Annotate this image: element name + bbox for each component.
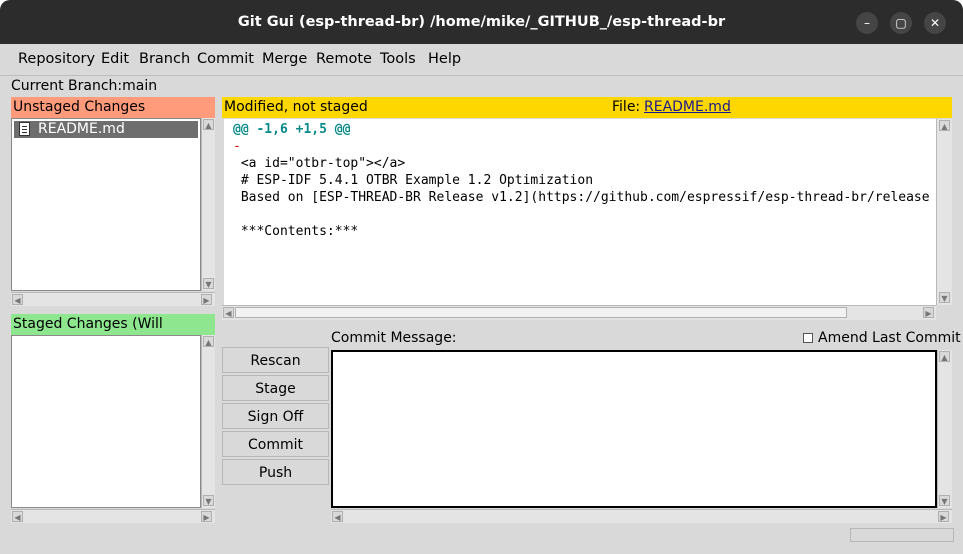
stage-changed-button[interactable]: Stage Changed	[222, 375, 329, 423]
unstaged-horizontal-scrollbar[interactable]: ◀ ▶	[11, 292, 215, 306]
scroll-up-arrow-icon[interactable]: ▲	[203, 119, 214, 130]
commit-button[interactable]: Commit	[222, 431, 329, 457]
window-title: Git Gui (esp-thread-br) /home/mike/_GITH…	[237, 14, 726, 30]
menu-edit[interactable]: Edit	[101, 44, 129, 75]
document-icon	[19, 122, 30, 136]
close-button[interactable]: ✕	[924, 12, 946, 34]
commit-message-input[interactable]	[331, 350, 937, 508]
diff-hunk-header: @@ -1,6 +1,5 @@	[233, 122, 351, 137]
push-button[interactable]: Push	[222, 459, 329, 485]
diff-file-link[interactable]: README.md	[644, 97, 731, 118]
menu-repository[interactable]: Repository	[18, 44, 95, 75]
title-bar[interactable]: Git Gui (esp-thread-br) /home/mike/_GITH…	[0, 0, 963, 44]
diff-context-line: # ESP-IDF 5.4.1 OTBR Example 1.2 Optimiz…	[233, 173, 594, 188]
scroll-left-arrow-icon[interactable]: ◀	[12, 511, 23, 522]
scroll-down-arrow-icon[interactable]: ▼	[939, 495, 950, 506]
menu-bar: Repository Edit Branch Commit Merge Remo…	[0, 44, 963, 76]
menu-help[interactable]: Help	[428, 44, 461, 75]
diff-status: Modified, not staged	[224, 99, 368, 115]
current-branch-value: main	[122, 78, 158, 94]
scroll-down-arrow-icon[interactable]: ▼	[203, 495, 214, 506]
scroll-right-arrow-icon[interactable]: ▶	[923, 307, 934, 318]
unstaged-vertical-scrollbar[interactable]: ▲ ▼	[201, 118, 215, 291]
commit-horizontal-scrollbar[interactable]: ◀ ▶	[331, 509, 952, 523]
diff-removed-line: -	[233, 139, 241, 154]
amend-checkbox[interactable]	[803, 333, 813, 343]
menu-merge[interactable]: Merge	[262, 44, 307, 75]
menu-remote[interactable]: Remote	[316, 44, 372, 75]
unstaged-changes-header: Unstaged Changes	[11, 97, 215, 118]
diff-vertical-scrollbar[interactable]: ▲ ▼	[936, 119, 952, 305]
staged-horizontal-scrollbar[interactable]: ◀ ▶	[11, 509, 215, 523]
current-branch-label: Current Branch:	[11, 78, 123, 94]
scroll-down-arrow-icon[interactable]: ▼	[203, 278, 214, 289]
sign-off-button[interactable]: Sign Off	[222, 403, 329, 429]
scroll-down-arrow-icon[interactable]: ▼	[939, 292, 950, 303]
minimize-button[interactable]: –	[856, 12, 878, 34]
maximize-button[interactable]: ▢	[890, 12, 912, 34]
scroll-right-arrow-icon[interactable]: ▶	[201, 511, 212, 522]
scroll-right-arrow-icon[interactable]: ▶	[201, 294, 212, 305]
scroll-up-arrow-icon[interactable]: ▲	[939, 351, 950, 362]
current-branch: Current Branch:main	[11, 78, 157, 95]
scroll-right-arrow-icon[interactable]: ▶	[938, 511, 949, 522]
diff-context-line: Based on [ESP-THREAD-BR Release v1.2](ht…	[233, 190, 930, 205]
menu-tools[interactable]: Tools	[380, 44, 416, 75]
staged-vertical-scrollbar[interactable]: ▲ ▼	[201, 335, 215, 508]
diff-horizontal-scrollbar[interactable]: ◀ ▶	[222, 305, 936, 320]
file-name: README.md	[38, 121, 125, 137]
amend-label: Amend Last Commit	[818, 330, 961, 346]
scroll-up-arrow-icon[interactable]: ▲	[939, 120, 950, 131]
staged-changes-header: Staged Changes (Will Commit)	[11, 314, 215, 353]
menu-commit[interactable]: Commit	[197, 44, 254, 75]
menu-branch[interactable]: Branch	[139, 44, 190, 75]
list-item-readme[interactable]: README.md	[14, 121, 198, 138]
diff-context-line: <a id="otbr-top"></a>	[233, 156, 406, 171]
scroll-left-arrow-icon[interactable]: ◀	[332, 511, 343, 522]
diff-context-line: ***Contents:***	[233, 224, 359, 239]
status-bar-indicator	[850, 528, 954, 542]
diff-file-label: File:	[612, 99, 641, 115]
commit-message-label: Commit Message:	[331, 330, 457, 346]
diff-header: Modified, not staged File: README.md	[222, 97, 952, 118]
scroll-left-arrow-icon[interactable]: ◀	[223, 307, 234, 318]
scroll-left-arrow-icon[interactable]: ◀	[12, 294, 23, 305]
git-gui-window: Git Gui (esp-thread-br) /home/mike/_GITH…	[0, 0, 963, 554]
scroll-up-arrow-icon[interactable]: ▲	[203, 336, 214, 347]
diff-context-line	[233, 206, 241, 223]
diff-scroll-thumb[interactable]	[235, 307, 847, 318]
rescan-button[interactable]: Rescan	[222, 347, 329, 373]
staged-file-list[interactable]	[11, 335, 201, 508]
commit-vertical-scrollbar[interactable]: ▲ ▼	[937, 350, 952, 508]
diff-view[interactable]: @@ -1,6 +1,5 @@ - <a id="otbr-top"></a> …	[224, 119, 936, 305]
unstaged-file-list[interactable]: README.md	[11, 118, 201, 291]
